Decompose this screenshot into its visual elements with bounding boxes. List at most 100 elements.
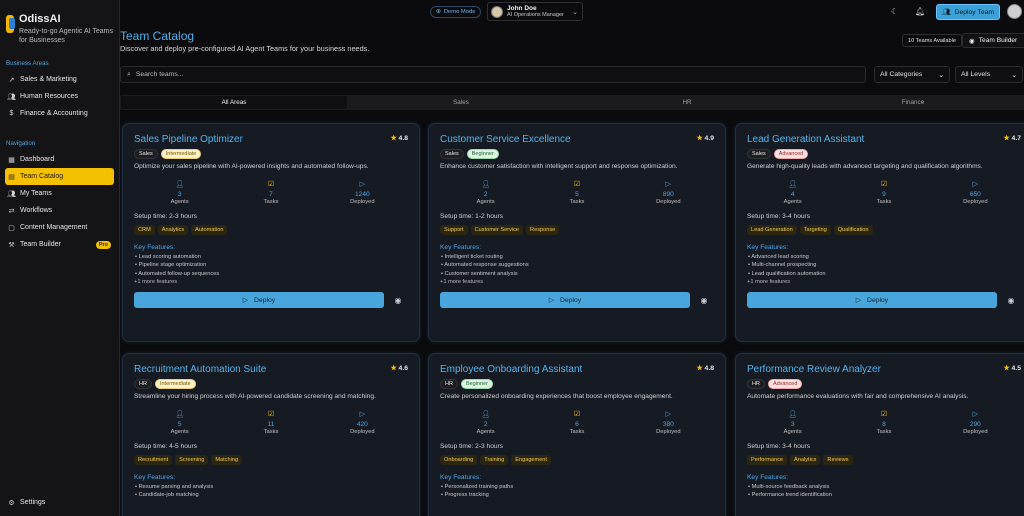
team-stats: 👤︎ 3 Agents ☑ 7 Tasks ▷ 1240 Deployed <box>134 180 408 205</box>
stat-tasks: ☑ 11 Tasks <box>225 410 316 435</box>
feature-text: Candidate-job matching <box>138 492 199 498</box>
star-icon: ★ <box>696 365 703 372</box>
sidebar-item-settings[interactable]: ⚙ Settings <box>5 494 114 511</box>
avatar[interactable] <box>1007 4 1022 19</box>
feature-text: Lead scoring automation <box>138 253 201 260</box>
bell-icon[interactable]: 🔔︎ <box>915 7 925 16</box>
feature-text: Progress tracking <box>444 492 489 498</box>
team-title[interactable]: Customer Service Excellence <box>440 134 571 145</box>
sidebar-item-team-catalog[interactable]: ▤ Team Catalog <box>5 168 114 185</box>
stat-agents: 👤︎ 3 Agents <box>134 180 225 205</box>
deploy-team-button[interactable]: 👥︎ Deploy Team <box>936 4 1000 20</box>
team-stats: 👤︎ 4 Agents ☑ 9 Tasks ▷ 650 Deployed <box>747 180 1021 205</box>
stat-label: Tasks <box>569 199 585 205</box>
search-input[interactable]: ⌕ Search teams... <box>120 66 866 83</box>
team-description: Optimize your sales pipeline with AI-pow… <box>134 163 369 170</box>
play-icon: ▷ <box>359 181 366 188</box>
sidebar-item-team-builder[interactable]: ⚒ Team Builder Pro <box>5 236 114 253</box>
sidebar-item-content-management[interactable]: ▢ Content Management <box>5 219 114 236</box>
badges: HR Intermediate <box>134 379 408 389</box>
stat-deployed: ▷ 420 Deployed <box>317 410 408 435</box>
feature-item: • Personalized training paths <box>440 484 714 490</box>
user-role: AI Operations Manager <box>507 12 564 18</box>
eye-icon[interactable]: ◉ <box>696 296 712 305</box>
card-header: Recruitment Automation Suite ★ 4.6 <box>134 364 408 375</box>
sidebar-item-label: Workflows <box>20 207 53 214</box>
setup-time: Setup time: 4-5 hours <box>134 443 198 450</box>
sidebar-item-dashboard[interactable]: ▦ Dashboard <box>5 151 114 168</box>
setup-time: Setup time: 1-2 hours <box>440 213 504 220</box>
tab-finance[interactable]: Finance <box>800 95 1024 110</box>
star-icon: ★ <box>1003 365 1010 372</box>
play-icon: ▷ <box>665 181 672 188</box>
sidebar-item-my-teams[interactable]: 👥︎ My Teams <box>5 185 114 202</box>
category-select[interactable]: All Categories ⌄ <box>874 66 950 83</box>
category-select-value: All Categories <box>880 71 923 78</box>
tab-hr[interactable]: HR <box>574 95 800 110</box>
team-title[interactable]: Recruitment Automation Suite <box>134 364 266 375</box>
stat-value: 2 <box>483 191 488 198</box>
sidebar-item-human-resources[interactable]: 👥︎ Human Resources <box>5 88 114 105</box>
team-card: Performance Review Analyzer ★ 4.5 HR Advance… <box>735 353 1024 516</box>
deploy-label: Deploy <box>254 296 276 304</box>
sidebar-item-finance-accounting[interactable]: $ Finance & Accounting <box>5 105 114 122</box>
badges: Sales Beginner <box>440 149 714 159</box>
card-footer: ▷ Deploy ◉ <box>440 292 714 308</box>
sidebar-item-workflows[interactable]: ⇄ Workflows <box>5 202 114 219</box>
badges: HR Beginner <box>440 379 714 389</box>
team-builder-button[interactable]: ◉ Team Builder <box>962 33 1024 48</box>
tag-list: Performance Analytics Reviews <box>747 455 1021 465</box>
tag-list: CRM Analytics Automation <box>134 225 408 235</box>
team-title[interactable]: Performance Review Analyzer <box>747 364 881 375</box>
eye-icon[interactable]: ◉ <box>390 296 406 305</box>
eye-icon[interactable]: ◉ <box>1003 296 1019 305</box>
deploy-button[interactable]: ▷ Deploy <box>134 292 384 308</box>
team-description: Enhance customer satisfaction with intel… <box>440 163 678 170</box>
users-icon: 👤︎ <box>481 181 491 188</box>
level-badge: Advanced <box>767 379 803 389</box>
level-select[interactable]: All Levels ⌄ <box>955 66 1023 83</box>
avatar <box>491 5 503 18</box>
sidebar-item-label: Team Catalog <box>20 173 64 180</box>
moon-icon[interactable]: ☾ <box>891 7 898 16</box>
stat-label: Deployed <box>656 199 681 205</box>
tab-all-areas[interactable]: All Areas <box>121 96 347 109</box>
card-header: Lead Generation Assistant ★ 4.7 <box>747 134 1021 145</box>
deploy-button[interactable]: ▷ Deploy <box>747 292 997 308</box>
stat-value: 7 <box>269 191 273 198</box>
feature-text: Performance trend identification <box>751 492 832 498</box>
sidebar-item-sales-marketing[interactable]: ↗ Sales & Marketing <box>5 71 114 88</box>
stat-value: 5 <box>177 421 182 428</box>
stat-agents: 👤︎ 3 Agents <box>747 410 838 435</box>
sidebar-item-label: My Teams <box>20 190 52 197</box>
globe-icon: ⊕ <box>436 9 441 15</box>
level-badge: Advanced <box>773 149 809 159</box>
stat-label: Tasks <box>876 199 892 205</box>
tag: Automation <box>191 225 228 235</box>
tab-sales[interactable]: Sales <box>348 95 574 110</box>
team-title[interactable]: Lead Generation Assistant <box>747 134 864 145</box>
team-title[interactable]: Sales Pipeline Optimizer <box>134 134 243 145</box>
stat-label: Agents <box>170 429 189 435</box>
demo-mode-badge[interactable]: ⊕ Demo Mode <box>430 6 482 18</box>
star-icon: ★ <box>696 135 703 142</box>
page-title: Team Catalog <box>120 29 195 43</box>
tag: Reviews <box>823 455 853 465</box>
area-badge: Sales <box>134 149 158 159</box>
deploy-button[interactable]: ▷ Deploy <box>440 292 690 308</box>
demo-mode-label: Demo Mode <box>443 9 476 15</box>
app-root: OdissAI Ready-to-go Agentic AI Teams for… <box>0 0 1024 516</box>
stat-value: 3 <box>177 191 182 198</box>
rating-value: 4.5 <box>1011 365 1021 372</box>
team-title[interactable]: Employee Onboarding Assistant <box>440 364 582 375</box>
users-icon: 👤︎ <box>175 411 185 418</box>
stat-value: 650 <box>969 191 981 198</box>
team-description: Create personalized onboarding experienc… <box>440 393 673 400</box>
user-menu[interactable]: John Doe AI Operations Manager ⌄ <box>487 2 583 21</box>
sidebar-item-label: Content Management <box>20 224 88 231</box>
stat-agents: 👤︎ 5 Agents <box>134 410 225 435</box>
stat-label: Agents <box>170 199 189 205</box>
play-icon: ▷ <box>548 297 555 304</box>
setup-time: Setup time: 3-4 hours <box>747 213 811 220</box>
feature-text: Intelligent ticket routing <box>444 253 503 260</box>
